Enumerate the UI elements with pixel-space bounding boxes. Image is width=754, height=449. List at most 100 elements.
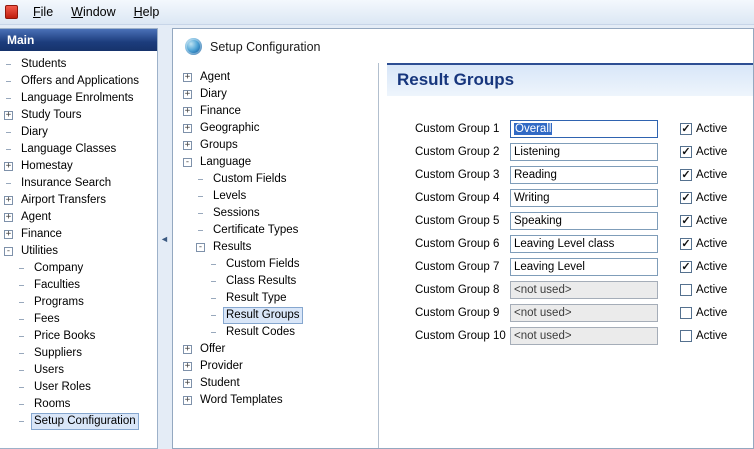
sidebar-item-suppliers[interactable]: Suppliers — [0, 345, 157, 362]
sidebar-item-airport-transfers[interactable]: + Airport Transfers — [0, 192, 157, 209]
item-label: Custom Fields — [210, 172, 290, 187]
menu-window[interactable]: Window — [62, 2, 124, 22]
active-label: Active — [696, 146, 727, 158]
expand-icon[interactable]: + — [183, 73, 192, 82]
collapse-icon[interactable]: - — [183, 158, 192, 167]
active-label: Active — [696, 238, 727, 250]
form-title: Result Groups — [397, 70, 514, 89]
expand-icon[interactable]: + — [183, 107, 192, 116]
leaf-dash-icon — [4, 64, 13, 65]
active-checkbox[interactable] — [680, 192, 692, 204]
expand-icon[interactable]: + — [4, 230, 13, 239]
expand-icon[interactable]: + — [183, 345, 192, 354]
sidebar-item-company[interactable]: Company — [0, 260, 157, 277]
sidebar-item-price-books[interactable]: Price Books — [0, 328, 157, 345]
collapse-icon[interactable]: - — [4, 247, 13, 256]
custom-group-5-input[interactable]: Speaking — [510, 212, 658, 230]
sidebar-item-fees[interactable]: Fees — [0, 311, 157, 328]
result-groups-pane: Result Groups Custom Group 1 Overall Act… — [379, 63, 753, 448]
menu-file[interactable]: File — [24, 2, 62, 22]
tree-item-language[interactable]: -Language — [179, 154, 378, 171]
expand-icon[interactable]: + — [183, 362, 192, 371]
tree-item-diary[interactable]: +Diary — [179, 86, 378, 103]
tree-item-result-groups[interactable]: Result Groups — [179, 307, 378, 324]
tree-item-provider[interactable]: +Provider — [179, 358, 378, 375]
sidebar-item-faculties[interactable]: Faculties — [0, 277, 157, 294]
tree-item-agent[interactable]: +Agent — [179, 69, 378, 86]
active-checkbox[interactable] — [680, 146, 692, 158]
tree-item-offer[interactable]: +Offer — [179, 341, 378, 358]
custom-group-1-input[interactable]: Overall — [510, 120, 658, 138]
expand-icon[interactable]: + — [183, 141, 192, 150]
sidebar-item-setup-configuration[interactable]: Setup Configuration — [0, 413, 157, 430]
active-checkbox[interactable] — [680, 261, 692, 273]
sidebar-item-offers-and-applications[interactable]: Offers and Applications — [0, 73, 157, 90]
custom-group-row-4: Custom Group 4 Writing Active — [415, 189, 753, 207]
sidebar-item-user-roles[interactable]: User Roles — [0, 379, 157, 396]
custom-group-label: Custom Group 7 — [415, 261, 510, 273]
menu-help[interactable]: Help — [125, 2, 169, 22]
tree-item-word-templates[interactable]: +Word Templates — [179, 392, 378, 409]
sidebar-item-language-enrolments[interactable]: Language Enrolments — [0, 90, 157, 107]
sidebar-tree: Students Offers and Applications Languag… — [0, 51, 157, 448]
expand-icon[interactable]: + — [183, 379, 192, 388]
leaf-dash-icon — [209, 298, 218, 299]
leaf-dash-icon — [17, 353, 26, 354]
tree-item-geographic[interactable]: +Geographic — [179, 120, 378, 137]
form-header: Result Groups — [387, 63, 753, 96]
tree-item-finance[interactable]: +Finance — [179, 103, 378, 120]
expand-icon[interactable]: + — [4, 162, 13, 171]
active-checkbox[interactable] — [680, 238, 692, 250]
expand-icon[interactable]: + — [183, 90, 192, 99]
tree-item-sessions[interactable]: Sessions — [179, 205, 378, 222]
item-label: Language Enrolments — [18, 91, 137, 106]
tree-item-student[interactable]: +Student — [179, 375, 378, 392]
sidebar-item-rooms[interactable]: Rooms — [0, 396, 157, 413]
active-checkbox[interactable] — [680, 284, 692, 296]
sidebar-item-insurance-search[interactable]: Insurance Search — [0, 175, 157, 192]
expand-icon[interactable]: + — [183, 396, 192, 405]
tree-item-results-custom-fields[interactable]: Custom Fields — [179, 256, 378, 273]
sidebar-item-users[interactable]: Users — [0, 362, 157, 379]
expand-icon[interactable]: + — [4, 213, 13, 222]
collapse-left-icon[interactable]: ◄ — [160, 234, 169, 244]
sidebar-item-utilities[interactable]: -Utilities — [0, 243, 157, 260]
collapse-icon[interactable]: - — [196, 243, 205, 252]
tree-item-class-results[interactable]: Class Results — [179, 273, 378, 290]
expand-icon[interactable]: + — [4, 196, 13, 205]
active-checkbox[interactable] — [680, 123, 692, 135]
item-label: Sessions — [210, 206, 263, 221]
tree-item-results[interactable]: -Results — [179, 239, 378, 256]
item-label: Agent — [18, 210, 54, 225]
tree-item-groups[interactable]: +Groups — [179, 137, 378, 154]
item-label: Company — [31, 261, 86, 276]
active-label: Active — [696, 284, 727, 296]
tree-item-result-type[interactable]: Result Type — [179, 290, 378, 307]
active-checkbox[interactable] — [680, 307, 692, 319]
active-checkbox[interactable] — [680, 330, 692, 342]
active-checkbox[interactable] — [680, 215, 692, 227]
sidebar-splitter[interactable]: ◄ — [158, 28, 172, 449]
tree-item-levels[interactable]: Levels — [179, 188, 378, 205]
tree-item-certificate-types[interactable]: Certificate Types — [179, 222, 378, 239]
sidebar-item-students[interactable]: Students — [0, 56, 157, 73]
custom-group-4-input[interactable]: Writing — [510, 189, 658, 207]
sidebar-item-diary[interactable]: Diary — [0, 124, 157, 141]
custom-group-3-input[interactable]: Reading — [510, 166, 658, 184]
custom-group-2-input[interactable]: Listening — [510, 143, 658, 161]
sidebar-item-agent[interactable]: + Agent — [0, 209, 157, 226]
sidebar-item-language-classes[interactable]: Language Classes — [0, 141, 157, 158]
expand-icon[interactable]: + — [4, 111, 13, 120]
expand-icon[interactable]: + — [183, 124, 192, 133]
tree-item-custom-fields[interactable]: Custom Fields — [179, 171, 378, 188]
custom-group-6-input[interactable]: Leaving Level class — [510, 235, 658, 253]
tree-item-result-codes[interactable]: Result Codes — [179, 324, 378, 341]
leaf-dash-icon — [17, 404, 26, 405]
sidebar-item-programs[interactable]: Programs — [0, 294, 157, 311]
sidebar-item-homestay[interactable]: +Homestay — [0, 158, 157, 175]
sidebar-item-finance[interactable]: +Finance — [0, 226, 157, 243]
item-label: Airport Transfers — [18, 193, 109, 208]
active-checkbox[interactable] — [680, 169, 692, 181]
custom-group-7-input[interactable]: Leaving Level — [510, 258, 658, 276]
sidebar-item-study-tours[interactable]: +Study Tours — [0, 107, 157, 124]
